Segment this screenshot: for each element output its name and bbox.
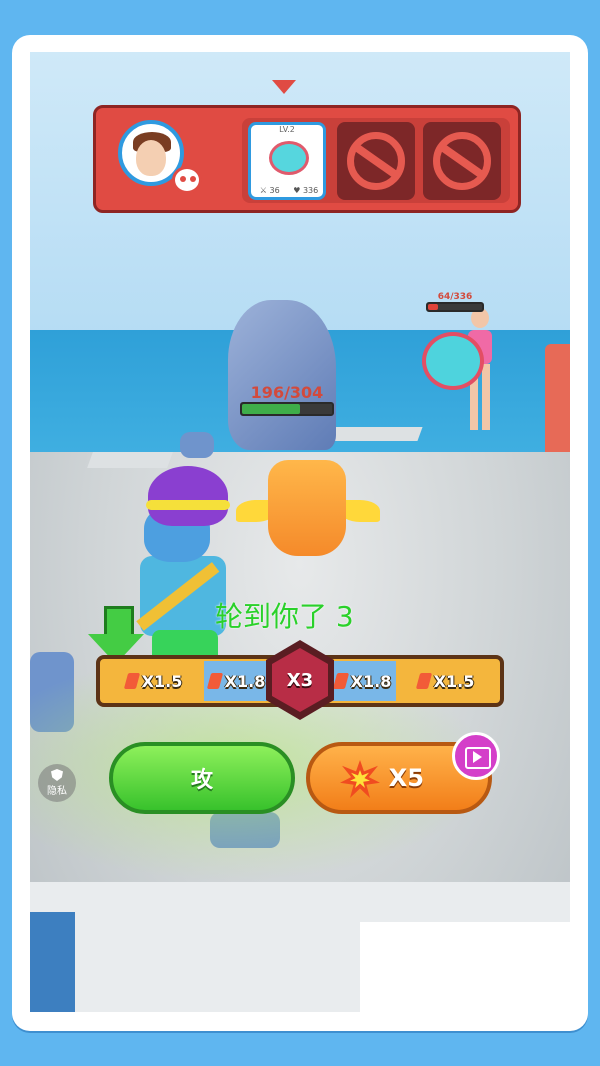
- video-ad-icon[interactable]: [452, 732, 500, 780]
- enemy-pet-hp-fill: [428, 304, 439, 310]
- pet-slot-2-locked[interactable]: [337, 122, 415, 200]
- pet-slots: LV.2 ⚔ 36 ♥ 336: [242, 118, 510, 203]
- blue-block: [30, 912, 75, 1012]
- cliff: [545, 344, 570, 464]
- hp-stat: ♥ 336: [293, 186, 319, 195]
- player-pet-hp-text: 196/304: [250, 383, 324, 402]
- turn-indicator: 轮到你了 3: [215, 600, 354, 633]
- pet-level: LV.2: [279, 125, 295, 134]
- enemy-pet-hp-bar: [426, 302, 484, 312]
- player-pet-hp-bar: [240, 402, 334, 416]
- pet-slot-1[interactable]: LV.2 ⚔ 36 ♥ 336: [248, 122, 326, 200]
- sword-icon: [206, 673, 223, 689]
- power-attack-label: X5: [388, 764, 424, 792]
- rock: [180, 432, 214, 458]
- locked-icon: [433, 132, 491, 190]
- sword-icon: [415, 673, 432, 689]
- shield-icon: [51, 769, 63, 781]
- team-bar: LV.2 ⚔ 36 ♥ 336: [93, 105, 521, 213]
- attack-stat: ⚔ 36: [259, 186, 280, 195]
- attack-button[interactable]: 攻: [109, 742, 295, 814]
- multiplier-segment: X1.5: [104, 661, 204, 701]
- multiplier-segment: X1.5: [396, 661, 496, 701]
- pet-slot-3-locked[interactable]: [423, 122, 501, 200]
- turn-pointer-icon: [272, 80, 296, 94]
- floor-tile: [327, 427, 423, 441]
- sword-icon: [332, 673, 349, 689]
- pet-wing: [340, 500, 380, 522]
- skull-icon: [172, 166, 202, 194]
- multiplier-segment: X1.8: [204, 661, 270, 701]
- arena-wall: [360, 922, 570, 1012]
- enemy-monster[interactable]: [422, 332, 484, 390]
- privacy-button[interactable]: 隐私: [38, 764, 76, 802]
- privacy-label: 隐私: [47, 786, 67, 797]
- rock: [228, 300, 336, 450]
- play-icon: [473, 751, 482, 763]
- pet-stats: ⚔ 36 ♥ 336: [253, 186, 325, 195]
- player-pet[interactable]: [236, 460, 380, 570]
- pet-body: [268, 460, 346, 556]
- sword-icon: [123, 673, 140, 689]
- pet-portrait: [269, 141, 309, 175]
- enemy-pet-hp-text: 64/336: [437, 292, 473, 302]
- player-pet-hp-fill: [242, 404, 301, 414]
- multiplier-segment: X1.8: [330, 661, 396, 701]
- locked-icon: [347, 132, 405, 190]
